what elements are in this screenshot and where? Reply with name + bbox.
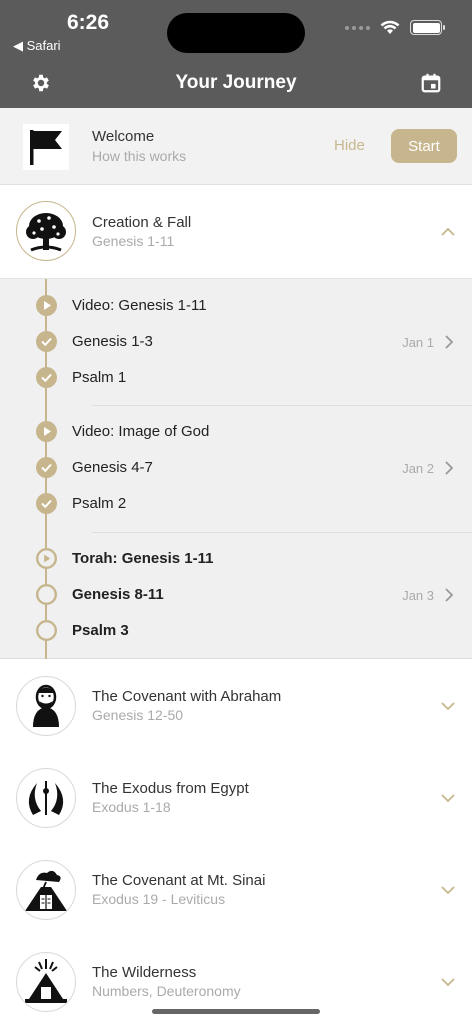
play-done-icon	[36, 421, 57, 442]
section-title: The Wilderness	[92, 964, 197, 981]
wilderness-icon	[16, 952, 76, 1012]
reading-item[interactable]: Psalm 2	[0, 489, 472, 519]
divider	[92, 532, 472, 533]
chevron-down-icon[interactable]	[439, 973, 457, 991]
section-covenant-abraham[interactable]: The Covenant with Abraham Genesis 12-50	[0, 660, 472, 752]
reading-label: Genesis 1-3	[72, 333, 153, 350]
reading-label: Psalm 3	[72, 622, 129, 639]
reading-list: Video: Genesis 1-11 Genesis 1-3 Jan 1 Ps…	[0, 278, 472, 659]
reading-item[interactable]: Video: Image of God	[0, 417, 472, 447]
reading-item[interactable]: Video: Genesis 1-11	[0, 291, 472, 321]
section-subtitle: Numbers, Deuteronomy	[92, 983, 241, 999]
reading-label: Psalm 1	[72, 369, 127, 386]
chevron-down-icon[interactable]	[439, 697, 457, 715]
status-time: 6:26	[67, 11, 110, 34]
divider	[92, 405, 472, 406]
welcome-subtitle: How this works	[92, 148, 187, 164]
section-exodus-egypt[interactable]: The Exodus from Egypt Exodus 1-18	[0, 752, 472, 844]
play-icon	[36, 548, 57, 569]
tree-icon	[16, 201, 76, 261]
reading-item[interactable]: Genesis 1-3 Jan 1	[0, 327, 472, 357]
status-indicators	[345, 20, 445, 35]
exodus-icon	[16, 768, 76, 828]
start-button[interactable]: Start	[391, 129, 457, 163]
empty-circle-icon	[36, 620, 57, 641]
section-covenant-sinai[interactable]: The Covenant at Mt. Sinai Exodus 19 - Le…	[0, 844, 472, 936]
reading-label: Torah: Genesis 1-11	[72, 550, 214, 567]
check-done-icon	[36, 331, 57, 352]
section-title: The Covenant with Abraham	[92, 688, 282, 705]
calendar-icon[interactable]	[420, 72, 442, 94]
battery-icon	[410, 20, 445, 35]
section-title: Creation & Fall	[92, 214, 192, 231]
section-title: The Covenant at Mt. Sinai	[92, 872, 266, 889]
dynamic-island	[167, 13, 305, 53]
abraham-icon	[16, 676, 76, 736]
check-done-icon	[36, 493, 57, 514]
section-subtitle: Genesis 12-50	[92, 707, 184, 723]
reading-item[interactable]: Torah: Genesis 1-11	[0, 544, 472, 574]
reading-item[interactable]: Psalm 1	[0, 363, 472, 393]
welcome-title: Welcome	[92, 128, 155, 145]
page-title: Your Journey	[175, 72, 297, 93]
reading-label: Genesis 4-7	[72, 459, 153, 476]
section-creation-fall[interactable]: Creation & Fall Genesis 1-11	[0, 186, 472, 278]
reading-item[interactable]: Genesis 4-7 Jan 2	[0, 453, 472, 483]
top-bar: 6:26 ◀ Safari Your Journey	[0, 0, 472, 108]
chevron-up-icon[interactable]	[439, 223, 457, 241]
flag-icon	[23, 124, 69, 170]
back-to-safari[interactable]: ◀ Safari	[13, 38, 61, 54]
section-subtitle: Exodus 1-18	[92, 799, 171, 815]
sinai-icon	[16, 860, 76, 920]
reading-date: Jan 1	[402, 335, 434, 350]
chevron-down-icon[interactable]	[439, 789, 457, 807]
section-title: The Exodus from Egypt	[92, 780, 249, 797]
signal-icon	[345, 25, 370, 30]
check-done-icon	[36, 457, 57, 478]
wifi-icon	[380, 20, 400, 34]
reading-date: Jan 3	[402, 588, 434, 603]
section-subtitle: Genesis 1-11	[92, 233, 175, 249]
section-subtitle: Exodus 19 - Leviticus	[92, 891, 226, 907]
home-indicator[interactable]	[152, 1009, 320, 1014]
chevron-down-icon[interactable]	[439, 881, 457, 899]
chevron-right-icon[interactable]	[442, 587, 456, 603]
reading-item[interactable]: Genesis 8-11 Jan 3	[0, 580, 472, 610]
reading-label: Video: Genesis 1-11	[72, 297, 207, 314]
empty-circle-icon	[36, 584, 57, 605]
chevron-right-icon[interactable]	[442, 334, 456, 350]
chevron-right-icon[interactable]	[442, 460, 456, 476]
reading-label: Genesis 8-11	[72, 586, 164, 603]
reading-label: Video: Image of God	[72, 423, 210, 440]
play-done-icon	[36, 295, 57, 316]
reading-item[interactable]: Psalm 3	[0, 616, 472, 646]
reading-label: Psalm 2	[72, 495, 127, 512]
welcome-row[interactable]: Welcome How this works Hide Start	[0, 108, 472, 185]
reading-date: Jan 2	[402, 461, 434, 476]
check-done-icon	[36, 367, 57, 388]
hide-button[interactable]: Hide	[334, 137, 365, 154]
